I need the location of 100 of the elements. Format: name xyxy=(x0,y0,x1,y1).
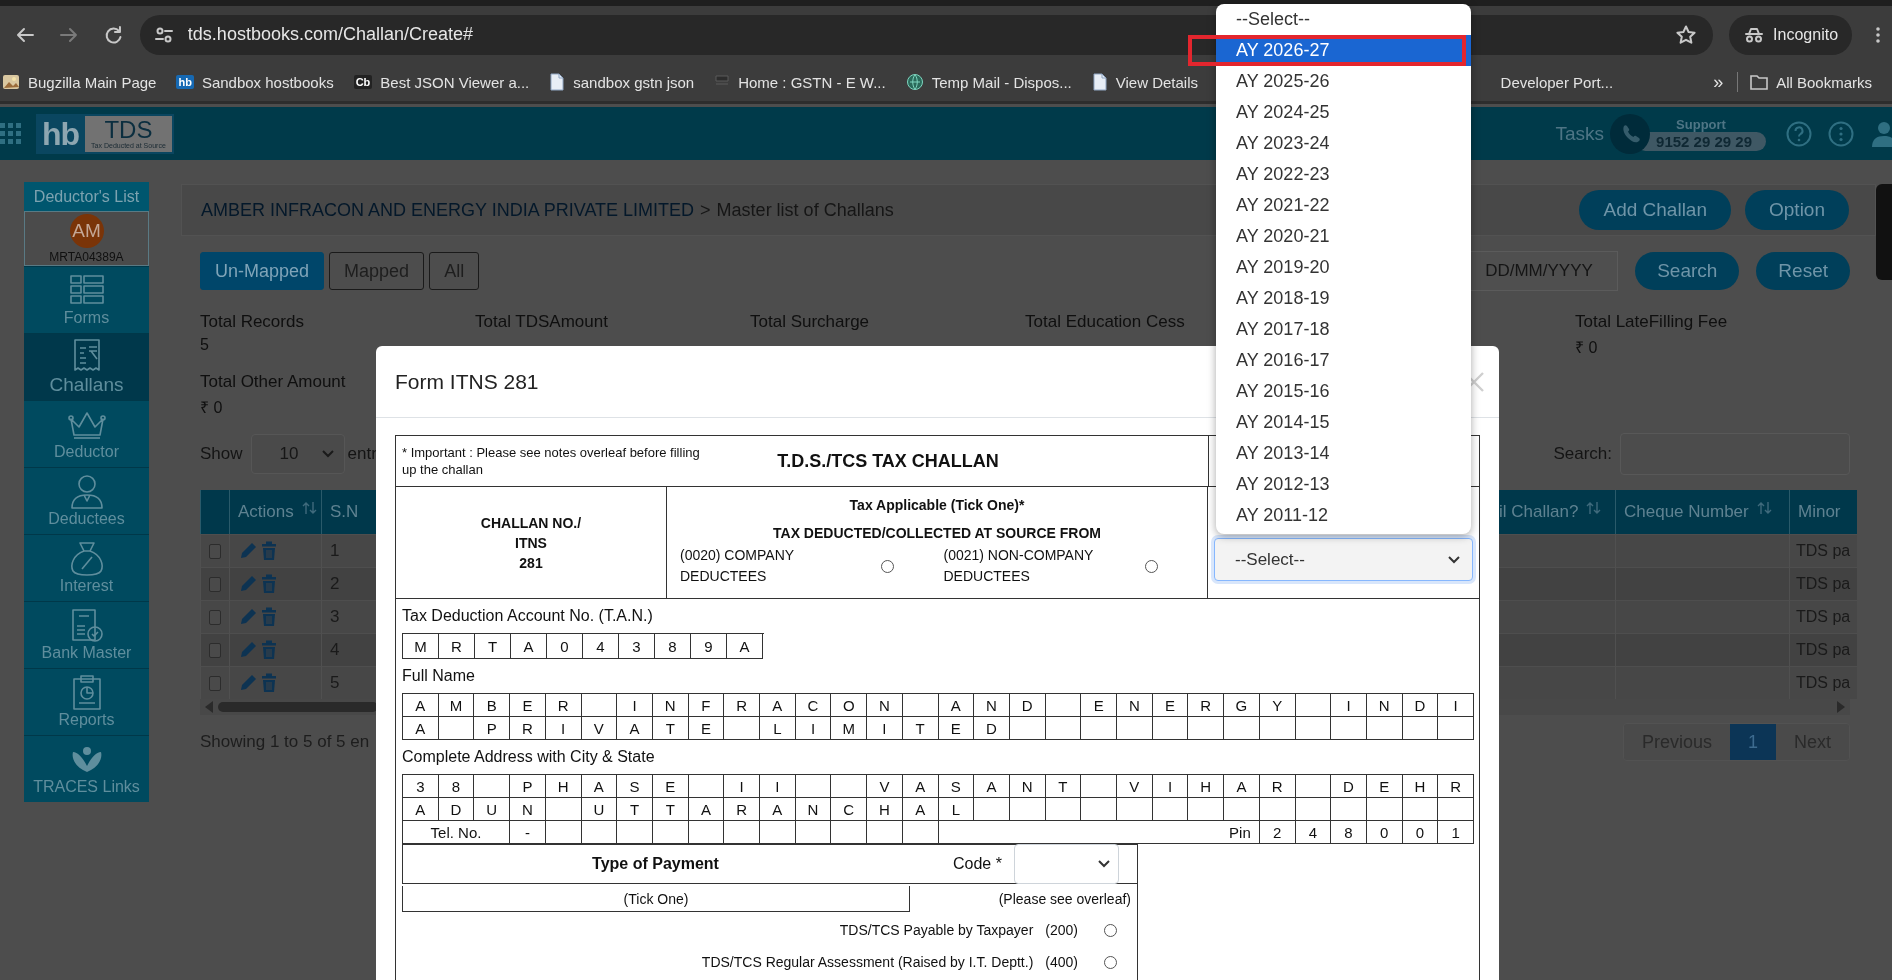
character-box[interactable]: 0 xyxy=(1402,821,1439,844)
character-box[interactable]: - xyxy=(510,821,546,844)
more-bookmarks-button[interactable]: » xyxy=(1713,71,1724,93)
character-box[interactable]: R xyxy=(1438,775,1474,798)
character-box[interactable] xyxy=(1081,775,1117,798)
row-checkbox[interactable] xyxy=(209,675,221,691)
character-box[interactable] xyxy=(1081,717,1117,740)
character-box[interactable] xyxy=(724,717,760,740)
character-box[interactable]: R xyxy=(724,694,760,717)
character-box[interactable]: A xyxy=(511,634,547,659)
character-box[interactable]: D xyxy=(438,798,475,821)
character-box[interactable]: A xyxy=(581,775,618,798)
character-box[interactable]: V xyxy=(581,717,618,740)
bookmark[interactable]: Bugzilla Main Page xyxy=(2,73,165,91)
action-button[interactable]: Add Challan xyxy=(1579,190,1731,230)
character-box[interactable]: N xyxy=(510,798,546,821)
character-box[interactable]: R xyxy=(1188,694,1225,717)
character-box[interactable]: I xyxy=(795,717,832,740)
reset-button[interactable]: Reset xyxy=(1756,252,1850,290)
character-box[interactable]: 4 xyxy=(1295,821,1332,844)
character-box[interactable] xyxy=(1438,717,1474,740)
character-box[interactable]: L xyxy=(760,717,796,740)
character-box[interactable]: O xyxy=(831,694,868,717)
character-box[interactable]: M xyxy=(438,694,475,717)
character-box[interactable]: N xyxy=(652,694,689,717)
character-box[interactable]: A xyxy=(760,798,796,821)
character-box[interactable] xyxy=(1438,798,1474,821)
character-box[interactable] xyxy=(1366,717,1403,740)
character-box[interactable] xyxy=(652,821,689,844)
character-box[interactable]: 3 xyxy=(619,634,655,659)
character-box[interactable]: T xyxy=(475,634,511,659)
character-box[interactable] xyxy=(1117,717,1153,740)
character-box[interactable]: D xyxy=(1402,694,1439,717)
assessment-year-select[interactable]: --Select-- xyxy=(1214,538,1473,581)
character-box[interactable] xyxy=(545,798,582,821)
character-box[interactable]: E xyxy=(1081,694,1117,717)
action-button[interactable]: Option xyxy=(1745,190,1849,230)
character-box[interactable]: S xyxy=(617,775,653,798)
all-bookmarks-button[interactable]: All Bookmarks xyxy=(1750,73,1880,91)
character-box[interactable] xyxy=(581,694,618,717)
character-box[interactable] xyxy=(1188,717,1225,740)
character-box[interactable] xyxy=(688,821,725,844)
dropdown-option[interactable]: AY 2011-12 xyxy=(1216,500,1471,531)
character-box[interactable]: B xyxy=(474,694,511,717)
character-box[interactable]: I xyxy=(724,775,760,798)
row-checkbox[interactable] xyxy=(209,543,221,559)
character-box[interactable]: N xyxy=(867,694,903,717)
character-box[interactable]: C xyxy=(831,798,868,821)
sidebar-item[interactable]: Challans xyxy=(24,333,149,400)
character-box[interactable] xyxy=(545,821,582,844)
character-box[interactable] xyxy=(902,821,939,844)
character-box[interactable]: E xyxy=(1152,694,1189,717)
character-box[interactable] xyxy=(1295,717,1332,740)
character-box[interactable] xyxy=(438,717,475,740)
character-box[interactable]: A xyxy=(902,775,939,798)
character-box[interactable]: S xyxy=(938,775,975,798)
character-box[interactable]: A xyxy=(902,798,939,821)
character-box[interactable]: M xyxy=(403,634,439,659)
character-box[interactable]: A xyxy=(974,775,1010,798)
character-box[interactable] xyxy=(831,775,868,798)
character-box[interactable]: G xyxy=(1224,694,1260,717)
character-box[interactable]: R xyxy=(510,717,546,740)
character-box[interactable] xyxy=(1259,798,1296,821)
character-box[interactable]: A xyxy=(938,694,975,717)
row-checkbox[interactable] xyxy=(209,609,221,625)
character-box[interactable] xyxy=(1224,798,1260,821)
character-box[interactable]: R xyxy=(545,694,582,717)
character-box[interactable] xyxy=(974,798,1010,821)
bookmark[interactable]: Temp Mail - Dispos... xyxy=(905,73,1080,91)
character-box[interactable]: I xyxy=(617,694,653,717)
character-box[interactable] xyxy=(1188,798,1225,821)
dropdown-option[interactable]: AY 2013-14 xyxy=(1216,438,1471,469)
character-box[interactable] xyxy=(1331,717,1367,740)
character-box[interactable]: T xyxy=(902,717,939,740)
character-box[interactable] xyxy=(1295,798,1332,821)
bookmark[interactable]: Home : GSTN - E W... xyxy=(714,73,894,91)
character-box[interactable]: I xyxy=(1331,694,1367,717)
character-box[interactable] xyxy=(1295,694,1332,717)
character-box[interactable]: R xyxy=(439,634,475,659)
character-box[interactable] xyxy=(1045,717,1082,740)
row-checkbox[interactable] xyxy=(209,576,221,592)
character-box[interactable]: 3 xyxy=(403,775,439,798)
dropdown-option[interactable]: AY 2012-13 xyxy=(1216,469,1471,500)
character-box[interactable]: N xyxy=(1117,694,1153,717)
character-box[interactable]: T xyxy=(652,798,689,821)
bookmark[interactable]: Cb Best JSON Viewer a... xyxy=(353,73,538,91)
character-box[interactable]: A xyxy=(727,634,763,659)
character-box[interactable]: C xyxy=(795,694,832,717)
character-box[interactable] xyxy=(724,821,760,844)
character-box[interactable] xyxy=(1152,798,1189,821)
character-box[interactable]: 8 xyxy=(1331,821,1367,844)
character-box[interactable]: E xyxy=(688,717,725,740)
character-box[interactable] xyxy=(760,821,796,844)
character-box[interactable]: I xyxy=(545,717,582,740)
character-box[interactable]: A xyxy=(403,717,439,740)
character-box[interactable] xyxy=(1331,798,1367,821)
character-box[interactable] xyxy=(1295,775,1332,798)
date-field[interactable]: DD/MM/YYYY xyxy=(1468,251,1619,291)
character-box[interactable]: H xyxy=(1188,775,1225,798)
character-box[interactable] xyxy=(867,821,903,844)
